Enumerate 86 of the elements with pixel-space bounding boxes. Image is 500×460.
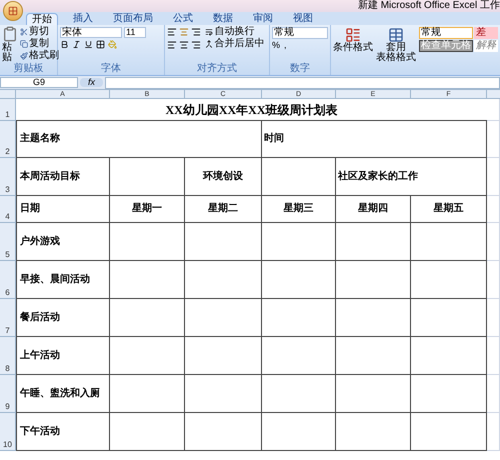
grid-cell [487,375,500,413]
table-cell: 早接、晨间活动 [16,261,110,299]
table-cell: 环境创设 [185,158,262,196]
wrap-text-button[interactable]: 自动换行 [205,27,264,37]
grid-cell [487,223,500,261]
grid-cell [487,299,500,337]
font-name-field[interactable]: 宋体 [60,27,122,38]
percent-button[interactable]: % [272,41,280,50]
table-format-icon[interactable] [388,27,404,43]
row-header: 8 [5,365,10,373]
cell-style-item[interactable]: 常规 [419,27,473,39]
row-header: 5 [5,251,10,259]
group-label: 对齐方式 [197,64,238,74]
merge-center-button[interactable]: 合并后居中 [205,39,264,49]
row-header: 10 [3,441,12,449]
row-header: 6 [5,289,10,297]
group-label: 数字 [290,64,310,74]
cell-style-item[interactable]: 差 [474,27,498,39]
align-center-icon[interactable] [179,40,190,50]
ribbon-tab[interactable]: 审阅 [248,13,278,25]
grid-cell [487,196,500,223]
table-cell: 上午活动 [16,337,110,375]
name-box[interactable]: G9 [0,77,78,88]
font-size-field[interactable]: 11 [124,27,146,38]
clipboard-button[interactable]: 剪切 [20,26,59,37]
table-cell: 星期二 [185,196,262,223]
clipboard-button[interactable]: 复制 [20,38,59,49]
clipboard-button[interactable]: 格式刷 [20,50,59,61]
formula-field[interactable] [105,76,500,88]
grid-cell [487,121,500,158]
grid-cell [487,261,500,299]
table-cell: 日期 [16,196,110,223]
table-cell: 时间 [262,121,487,158]
bold-icon[interactable] [60,40,69,49]
fill-color-icon[interactable] [108,40,117,49]
table-format-label[interactable]: 套用 [386,43,406,53]
conditional-format-label[interactable]: 条件格式 [333,43,373,53]
office-button-icon[interactable] [3,1,23,21]
wrap-text-icon [205,28,214,36]
table-cell: 本周活动目标 [16,158,110,196]
table-cell: 午睡、盥洗和入厕 [16,375,110,413]
table-format-label[interactable]: 表格格式 [376,53,416,63]
row-header: 2 [5,148,10,156]
row-header: 4 [5,213,10,221]
ribbon-tab[interactable]: 数据 [208,13,238,25]
table-cell: 星期四 [336,196,411,223]
table-cell: 主题名称 [16,121,262,158]
underline-icon[interactable] [84,40,93,49]
table-cell: 星期三 [262,196,336,223]
scissors-icon [20,28,28,36]
sheet-title: XX幼儿园XX年XX班级周计划表 [166,104,338,116]
italic-icon[interactable] [72,40,81,49]
comma-button[interactable]: , [284,41,286,50]
align-left-icon[interactable] [167,40,178,50]
grid-cell [487,99,500,121]
table-cell: 社区及家长的工作 [336,158,487,196]
copy-icon [20,40,28,48]
paste-label[interactable]: 粘贴 [2,43,18,63]
row-header: 1 [5,111,10,119]
table-cell: 星期一 [110,196,185,223]
table-cell: 下午活动 [16,413,110,451]
table-cell: 餐后活动 [16,299,110,337]
brush-icon [20,52,28,60]
group-label: 字体 [101,64,122,74]
grid-cell [487,158,500,196]
ribbon-tab[interactable]: 公式 [168,13,198,25]
cell-style-item[interactable]: 解释 [474,40,498,52]
group-label: 剪贴板 [14,64,44,75]
ribbon-tab[interactable]: 页面布局 [108,13,158,25]
row-header: 9 [5,403,10,411]
border-icon[interactable] [96,40,105,49]
grid-cell [487,337,500,375]
merge-icon [205,40,214,48]
row-header: 7 [5,327,10,335]
ribbon-tab[interactable]: 插入 [68,13,98,25]
table-cell: 户外游戏 [16,223,110,261]
ribbon-tab[interactable]: 开始 [26,13,58,25]
number-format-field[interactable]: 常规 [272,27,328,39]
table-cell: 星期五 [411,196,487,223]
align-right-icon[interactable] [191,40,202,50]
conditional-format-icon[interactable] [345,27,361,43]
row-header: 3 [5,186,10,194]
ribbon-tab[interactable]: 视图 [288,13,318,25]
function-label[interactable]: fx [80,78,104,87]
paste-icon[interactable] [2,26,18,42]
grid-cell [487,413,500,451]
